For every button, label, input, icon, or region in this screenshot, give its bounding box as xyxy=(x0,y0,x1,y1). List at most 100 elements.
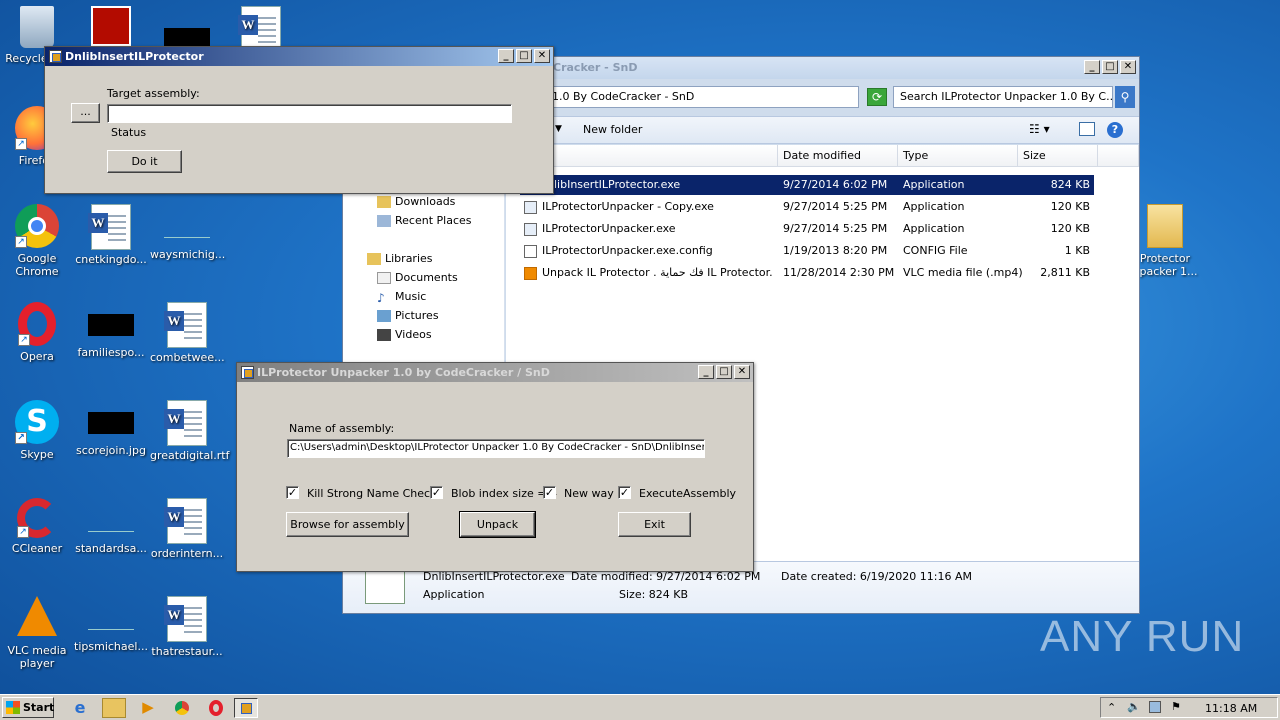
file-row[interactable]: Unpack IL Protector . فك حماية IL Protec… xyxy=(520,263,1094,283)
file-row[interactable]: ILProtectorUnpacker - Copy.exe 9/27/2014… xyxy=(520,197,1094,217)
nav-recent-places[interactable]: Recent Places xyxy=(377,214,472,227)
new-folder-button[interactable]: New folder xyxy=(583,123,642,136)
desktop-icon-orderintern[interactable]: W orderintern... xyxy=(150,498,224,560)
do-it-button[interactable]: Do it xyxy=(107,150,182,173)
file-thumbnail-icon xyxy=(164,216,210,238)
nav-downloads[interactable]: Downloads xyxy=(377,195,455,208)
preview-pane-icon[interactable] xyxy=(1079,122,1095,136)
shortcut-arrow-icon: ↗ xyxy=(15,432,27,444)
shortcut-arrow-icon: ↗ xyxy=(18,334,30,346)
view-options-icon[interactable]: ☷ ▾ xyxy=(1029,122,1050,136)
taskbar: Start e ▶ ⌃ 🔈 ⚑ 11:18 AM xyxy=(0,694,1280,720)
desktop-icon-tipsmichael[interactable]: tipsmichael... xyxy=(74,596,148,653)
browse-for-assembly-button[interactable]: Browse for assembly xyxy=(286,512,409,537)
column-type[interactable]: Type xyxy=(898,145,1018,167)
maximize-button[interactable]: □ xyxy=(516,49,532,63)
file-preview-icon xyxy=(365,570,405,604)
desktop-icon-doc-cnetkingdo[interactable]: W cnetkingdo... xyxy=(74,204,148,266)
execute-assembly-checkbox[interactable]: ✓ xyxy=(618,486,631,499)
desktop-icon-greatdigital[interactable]: W greatdigital.rtf xyxy=(150,400,229,462)
network-icon[interactable] xyxy=(1149,701,1161,713)
desktop-icon-label: Opera xyxy=(20,350,54,363)
desktop-icon-label: orderintern... xyxy=(150,547,224,560)
maximize-button[interactable]: □ xyxy=(1102,60,1118,74)
desktop-icon-waysmichig[interactable]: waysmichig... xyxy=(150,204,225,261)
desktop-icon-vlc[interactable]: VLC media player xyxy=(0,596,74,670)
file-date: 9/27/2014 5:25 PM xyxy=(783,200,888,213)
ie-icon[interactable]: e xyxy=(68,698,92,718)
unpack-button[interactable]: Unpack xyxy=(459,511,536,538)
folder-icon xyxy=(1147,204,1183,248)
nav-label: Music xyxy=(395,290,427,303)
search-icon[interactable]: ⚲ xyxy=(1115,86,1135,108)
file-row[interactable]: ILProtectorUnpacker.exe 9/27/2014 5:25 P… xyxy=(520,219,1094,239)
file-row[interactable]: libInsertILProtector.exe 9/27/2014 6:02 … xyxy=(520,175,1094,195)
file-row[interactable]: ILProtectorUnpacker.exe.config 1/19/2013… xyxy=(520,241,1094,261)
chrome-icon: ↗ xyxy=(15,204,59,248)
desktop-icon-combetwee[interactable]: W combetwee... xyxy=(150,302,225,364)
browse-button[interactable]: ... xyxy=(71,103,100,123)
desktop-icon-label: cnetkingdo... xyxy=(75,253,147,266)
exit-button[interactable]: Exit xyxy=(618,512,691,537)
active-app-taskbar-icon[interactable] xyxy=(234,698,258,718)
blob-index-checkbox[interactable]: ✓ xyxy=(430,486,443,499)
nav-label: Downloads xyxy=(395,195,456,208)
refresh-icon[interactable]: ⟳ xyxy=(867,88,887,106)
file-name: Unpack IL Protector . فك حماية IL Protec… xyxy=(542,266,772,279)
nav-videos[interactable]: Videos xyxy=(377,328,432,341)
dnlib-titlebar[interactable]: DnlibInsertILProtector _ □ ✕ xyxy=(45,47,553,66)
file-name: ILProtectorUnpacker.exe xyxy=(542,222,676,235)
desktop-icon-opera[interactable]: ↗ Opera xyxy=(0,302,74,363)
address-bar[interactable]: 1.0 By CodeCracker - SnD▼ xyxy=(547,86,886,108)
column-size[interactable]: Size xyxy=(1018,145,1098,167)
volume-icon[interactable]: 🔈 xyxy=(1127,700,1141,713)
nav-pictures[interactable]: Pictures xyxy=(377,309,439,322)
nav-music[interactable]: ♪ Music xyxy=(377,290,427,305)
pdf-icon xyxy=(91,6,131,46)
desktop-icon-skype[interactable]: S ↗ Skype xyxy=(0,400,74,461)
desktop-icon-label: combetwee... xyxy=(150,351,225,364)
media-player-icon[interactable]: ▶ xyxy=(136,698,160,718)
explorer-icon[interactable] xyxy=(102,698,126,718)
new-way-checkbox[interactable]: ✓ xyxy=(543,486,556,499)
details-size: Size: 824 KB xyxy=(619,588,689,601)
column-extra xyxy=(1098,145,1139,167)
search-input[interactable]: Search ILProtector Unpacker 1.0 By C... xyxy=(893,86,1113,108)
flag-icon[interactable]: ⚑ xyxy=(1171,700,1181,713)
show-hidden-icons[interactable]: ⌃ xyxy=(1107,701,1116,714)
start-button[interactable]: Start xyxy=(2,697,54,718)
nav-documents[interactable]: Documents xyxy=(377,271,458,284)
clock[interactable]: 11:18 AM xyxy=(1205,702,1257,715)
desktop-icon-standardsa[interactable]: standardsa... xyxy=(74,498,148,555)
opera-taskbar-icon[interactable] xyxy=(204,698,228,718)
desktop-icon-pdf[interactable] xyxy=(74,6,148,50)
nav-label: Pictures xyxy=(395,309,439,322)
desktop-icon-familiespo[interactable]: familiespo... xyxy=(74,302,148,359)
file-date: 9/27/2014 5:25 PM xyxy=(783,222,888,235)
unpacker-titlebar[interactable]: ILProtector Unpacker 1.0 by CodeCracker … xyxy=(237,363,753,382)
assembly-path-input[interactable]: C:\Users\admin\Desktop\ILProtector Unpac… xyxy=(287,439,705,458)
desktop-icon-thatrestaur[interactable]: W thatrestaur... xyxy=(150,596,224,658)
maximize-button[interactable]: □ xyxy=(716,365,732,379)
chevron-down-icon[interactable]: ▼ xyxy=(555,124,562,134)
desktop-icon-scorejoin[interactable]: scorejoin.jpg xyxy=(74,400,148,457)
kill-strong-name-checkbox[interactable]: ✓ xyxy=(286,486,299,499)
close-button[interactable]: ✕ xyxy=(534,49,550,63)
target-assembly-input[interactable] xyxy=(107,104,512,123)
minimize-button[interactable]: _ xyxy=(498,49,514,63)
close-button[interactable]: ✕ xyxy=(1120,60,1136,74)
close-button[interactable]: ✕ xyxy=(734,365,750,379)
desktop-icon-ccleaner[interactable]: ↗ CCleaner xyxy=(0,498,74,555)
help-icon[interactable]: ? xyxy=(1107,122,1123,138)
dnlib-window: DnlibInsertILProtector _ □ ✕ Target asse… xyxy=(44,46,554,194)
window-controls: _ □ ✕ xyxy=(498,49,550,63)
column-date-modified[interactable]: Date modified xyxy=(778,145,898,167)
minimize-button[interactable]: _ xyxy=(698,365,714,379)
minimize-button[interactable]: _ xyxy=(1084,60,1100,74)
nav-libraries[interactable]: Libraries xyxy=(367,252,433,265)
desktop-icon-google-chrome[interactable]: ↗ Google Chrome xyxy=(0,204,74,278)
chrome-taskbar-icon[interactable] xyxy=(170,698,194,718)
checkbox-label: Kill Strong Name Check xyxy=(307,487,437,500)
ccleaner-icon: ↗ xyxy=(17,498,57,538)
system-tray: ⌃ 🔈 ⚑ 11:18 AM xyxy=(1100,697,1278,718)
